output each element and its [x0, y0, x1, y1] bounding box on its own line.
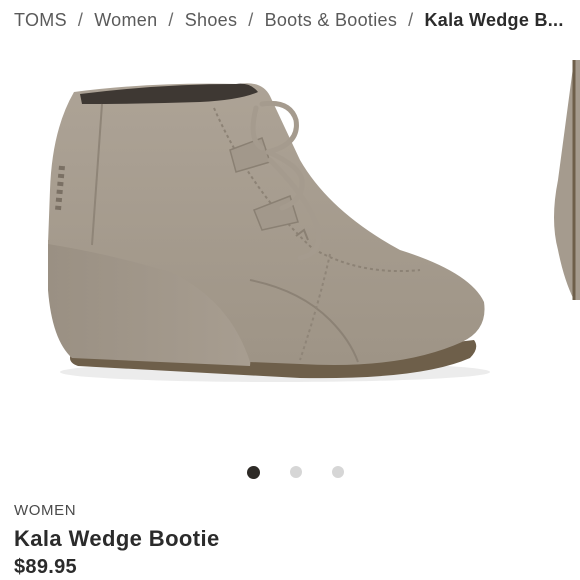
product-image[interactable]	[0, 40, 520, 460]
next-product-image[interactable]	[544, 40, 580, 460]
breadcrumb: TOMS / Women / Shoes / Boots & Booties /…	[14, 8, 566, 32]
product-name: Kala Wedge Bootie	[14, 526, 220, 551]
product-image-carousel[interactable]	[0, 40, 580, 460]
carousel-dot-1[interactable]	[246, 466, 260, 479]
breadcrumb-separator: /	[168, 10, 174, 30]
breadcrumb-boots-booties[interactable]: Boots & Booties	[265, 8, 398, 32]
carousel-dot-2[interactable]	[289, 466, 302, 478]
breadcrumb-shoes[interactable]: Shoes	[185, 8, 238, 32]
product-category: WOMEN	[14, 502, 77, 519]
carousel-pagination	[0, 466, 580, 479]
breadcrumb-women[interactable]: Women	[94, 8, 157, 32]
carousel-dot-3[interactable]	[331, 466, 344, 478]
breadcrumb-toms[interactable]: TOMS	[14, 8, 67, 32]
product-price: $89.95	[14, 556, 77, 578]
product-page: TOMS / Women / Shoes / Boots & Booties /…	[0, 0, 580, 580]
breadcrumb-separator: /	[77, 10, 84, 30]
breadcrumb-separator: /	[248, 10, 254, 30]
breadcrumb-current: Kala Wedge B...	[424, 10, 564, 30]
breadcrumb-separator: /	[408, 10, 414, 30]
